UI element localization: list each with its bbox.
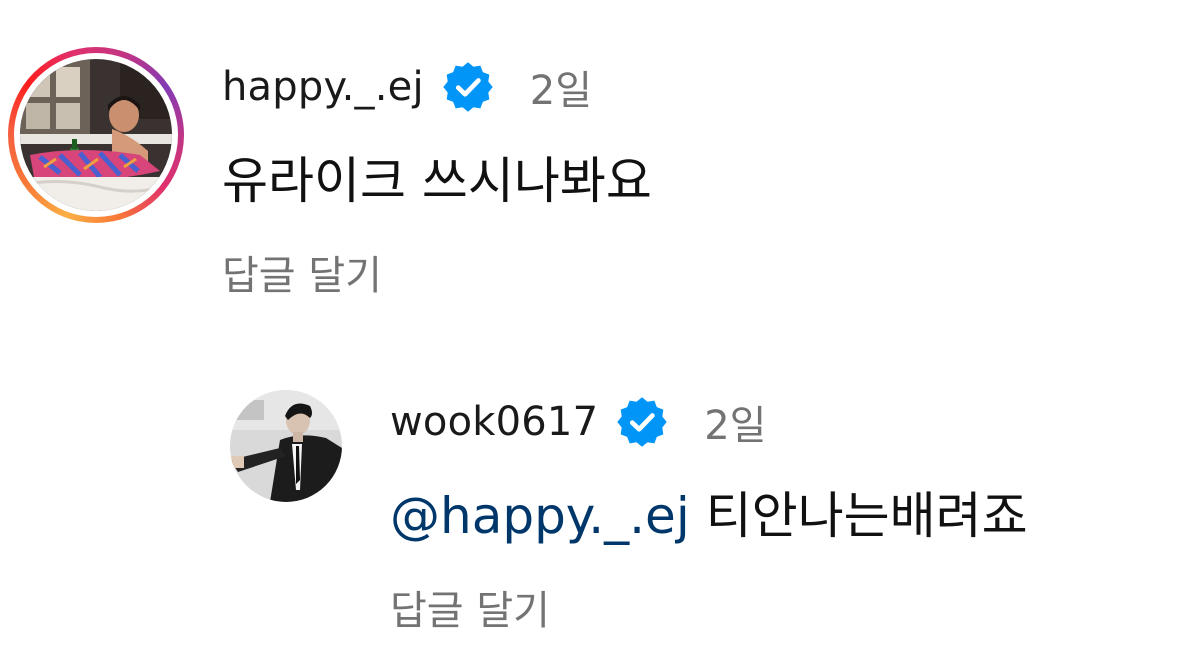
reply-button[interactable]: 답글 달기 <box>390 578 1028 636</box>
reply-button[interactable]: 답글 달기 <box>222 243 652 301</box>
comment-text: @happy._.ej 티안나는배려죠 <box>390 476 1028 548</box>
timestamp: 2일 <box>704 403 767 449</box>
story-ring[interactable] <box>8 47 184 223</box>
story-ring-gap <box>14 53 178 217</box>
comment-body: wook0617 2일 @happy._.ej 티안나는배려죠 답글 달기 <box>390 394 1028 636</box>
comment-body: happy._.ej 2일 유라이크 쓰시나봐요 답글 달기 <box>222 59 652 301</box>
reply-text: 티안나는배려죠 <box>689 487 1028 545</box>
username-link[interactable]: happy._.ej <box>222 64 424 110</box>
avatar[interactable] <box>230 390 342 502</box>
comment: happy._.ej 2일 유라이크 쓰시나봐요 답글 달기 <box>8 47 652 301</box>
avatar-photo <box>20 59 172 211</box>
comment-header: wook0617 2일 <box>390 394 1028 450</box>
verified-badge-icon <box>442 61 494 113</box>
username-link[interactable]: wook0617 <box>390 399 598 445</box>
timestamp: 2일 <box>529 68 593 114</box>
avatar-photo <box>230 390 342 502</box>
comment-header: happy._.ej 2일 <box>222 59 652 115</box>
verified-badge-icon <box>616 396 668 448</box>
comment-text: 유라이크 쓰시나봐요 <box>222 152 652 210</box>
avatar[interactable] <box>20 59 172 211</box>
reply-comment: wook0617 2일 @happy._.ej 티안나는배려죠 답글 달기 <box>230 390 1028 636</box>
mention-link[interactable]: @happy._.ej <box>390 487 690 545</box>
